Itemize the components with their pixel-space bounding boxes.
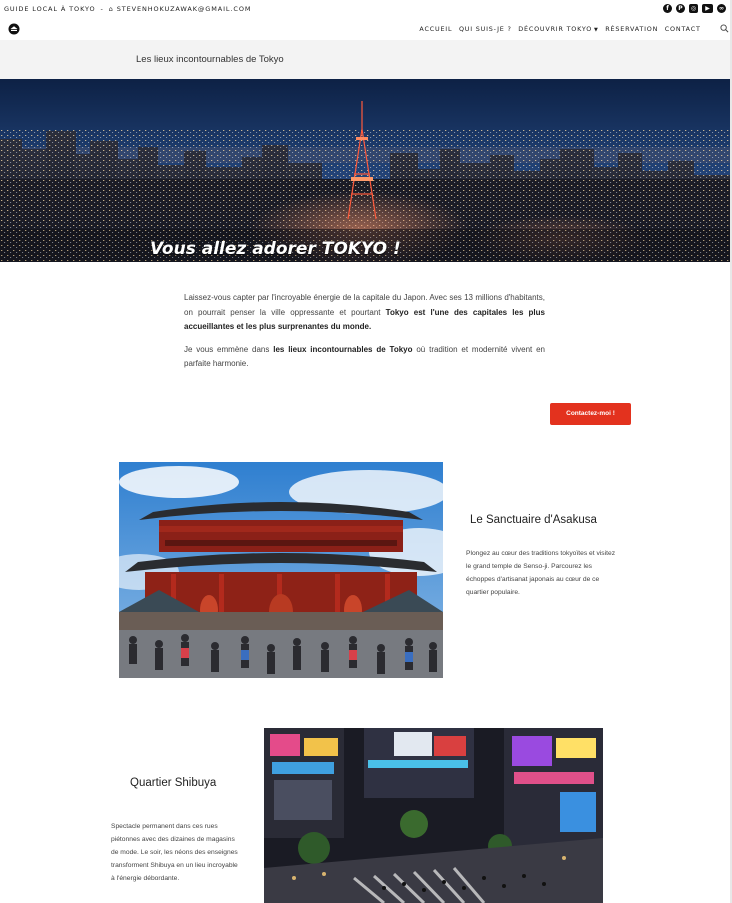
nav-item-qui-suis-je[interactable]: QUI SUIS-JE ?: [456, 25, 515, 33]
tripadvisor-icon[interactable]: ∞: [717, 4, 726, 13]
shibuya-title: Quartier Shibuya: [130, 777, 217, 789]
separator: -: [100, 5, 104, 13]
main-navigation: ACCUEIL QUI SUIS-JE ? DÉCOUVRIR TOKYO ▼ R…: [0, 17, 732, 40]
shibuya-crossing-image: [264, 728, 603, 903]
search-icon[interactable]: [720, 24, 729, 33]
pinterest-icon[interactable]: P: [676, 4, 685, 13]
nav-item-decouvrir-tokyo[interactable]: DÉCOUVRIR TOKYO ▼: [515, 25, 602, 33]
social-links: f P ◎ ▶ ∞: [663, 4, 726, 13]
hero-title: Vous allez adorer TOKYO !: [150, 239, 401, 259]
facebook-icon[interactable]: f: [663, 4, 672, 13]
email-link[interactable]: STEVENHOKUZAWAK@GMAIL.COM: [117, 5, 252, 13]
tokyo-skyline-image: [0, 79, 732, 262]
instagram-icon[interactable]: ◎: [689, 4, 698, 13]
tagline: GUIDE LOCAL À TOKYO: [4, 5, 96, 13]
nav-menu: ACCUEIL QUI SUIS-JE ? DÉCOUVRIR TOKYO ▼ R…: [416, 25, 704, 33]
top-bar: GUIDE LOCAL À TOKYO - ⌂ STEVENHOKUZAWAK@…: [0, 0, 732, 18]
page-title: Les lieux incontournables de Tokyo: [136, 54, 284, 65]
site-logo[interactable]: [8, 23, 20, 35]
nav-item-contact[interactable]: CONTACT: [662, 25, 705, 33]
intro-text: Laissez-vous capter par l'incroyable éne…: [184, 291, 545, 380]
intro-paragraph-2: Je vous emmène dans les lieux incontourn…: [184, 344, 545, 369]
asakusa-title: Le Sanctuaire d'Asakusa: [470, 514, 597, 526]
youtube-icon[interactable]: ▶: [702, 4, 713, 13]
nav-item-accueil[interactable]: ACCUEIL: [416, 25, 456, 33]
top-bar-info: GUIDE LOCAL À TOKYO - ⌂ STEVENHOKUZAWAK@…: [4, 5, 251, 13]
intro-paragraph-1: Laissez-vous capter par l'incroyable éne…: [184, 293, 545, 331]
asakusa-description: Plongez au cœur des traditions tokyoïtes…: [466, 550, 616, 596]
shibuya-description: Spectacle permanent dans ces rues piéton…: [111, 823, 238, 882]
nav-item-reservation[interactable]: RÉSERVATION: [602, 25, 662, 33]
chevron-down-icon: ▼: [594, 27, 599, 33]
hero-banner: Vous allez adorer TOKYO !: [0, 79, 732, 262]
asakusa-temple-image: [119, 462, 443, 678]
page-header: Les lieux incontournables de Tokyo: [0, 40, 732, 79]
nav-item-label: DÉCOUVRIR TOKYO: [518, 25, 593, 33]
contact-button[interactable]: Contactez-moi !: [550, 403, 631, 425]
email-icon: ⌂: [108, 5, 114, 13]
